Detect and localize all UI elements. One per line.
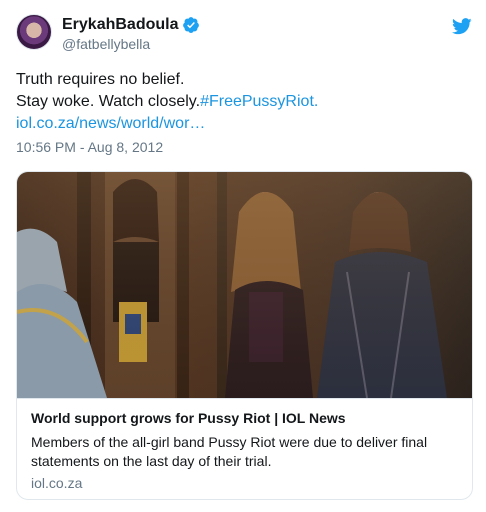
article-url-link[interactable]: iol.co.za/news/world/wor…: [16, 113, 466, 135]
author-names[interactable]: ErykahBadoula @fatbellybella: [62, 15, 200, 52]
tweet-timestamp[interactable]: 10:56 PM - Aug 8, 2012: [16, 139, 163, 155]
twitter-bird-icon[interactable]: [452, 18, 472, 35]
card-description-line-2: statements on the last day of their tria…: [31, 453, 272, 469]
card-description-line-1: Members of the all-girl band Pussy Riot …: [31, 434, 428, 450]
tweet-text-line-1: Truth requires no belief.: [16, 71, 185, 88]
author-display-name[interactable]: ErykahBadoula: [62, 16, 178, 34]
tweet-text-line-2: Stay woke. Watch closely.: [16, 93, 201, 110]
verified-badge-icon: [183, 17, 200, 33]
courtroom-photo[interactable]: [17, 172, 473, 398]
card-domain: iol.co.za: [31, 475, 83, 491]
card-title[interactable]: World support grows for Pussy Riot | IOL…: [31, 410, 346, 426]
hashtag-link[interactable]: #FreePussyRiot.: [200, 93, 318, 110]
tweet-text: Truth requires no belief. Stay woke. Wat…: [16, 69, 466, 135]
link-preview-card[interactable]: World support grows for Pussy Riot | IOL…: [16, 171, 473, 500]
author-handle[interactable]: @fatbellybella: [62, 36, 200, 52]
card-body[interactable]: World support grows for Pussy Riot | IOL…: [17, 398, 472, 499]
tweet-header: ErykahBadoula @fatbellybella: [16, 14, 472, 56]
embedded-tweet: ErykahBadoula @fatbellybella Truth requi…: [0, 0, 486, 512]
card-description: Members of the all-girl band Pussy Riot …: [31, 433, 461, 471]
author-avatar[interactable]: [16, 14, 52, 50]
